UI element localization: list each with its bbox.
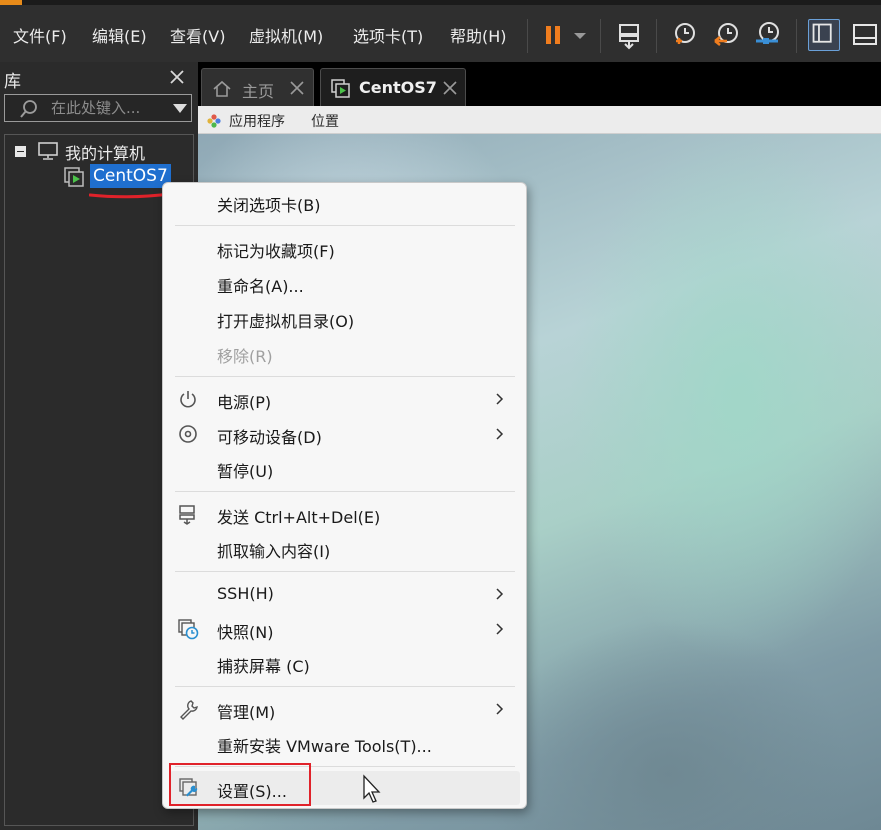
menu-edit[interactable]: 编辑(E) bbox=[92, 23, 147, 47]
guest-top-bar: 应用程序 位置 bbox=[198, 106, 881, 134]
menu-item-mark-favorite[interactable]: 标记为收藏项(F) bbox=[163, 231, 526, 265]
search-icon bbox=[19, 99, 39, 119]
power-icon bbox=[177, 388, 199, 410]
menu-item-label: 捕获屏幕 (C) bbox=[217, 657, 310, 676]
tab-centos7-label: CentOS7 bbox=[359, 78, 437, 97]
tab-bar: 主页 CentOS7 bbox=[198, 62, 881, 106]
gnome-apps-icon bbox=[207, 114, 221, 128]
menu-item-remove: 移除(R) bbox=[163, 336, 526, 370]
menu-item-label: 关闭选项卡(B) bbox=[217, 196, 321, 215]
menu-help[interactable]: 帮助(H) bbox=[450, 23, 507, 47]
chevron-right-icon bbox=[496, 623, 504, 635]
red-underline-annotation bbox=[89, 191, 171, 199]
toolbar-separator bbox=[527, 19, 528, 53]
menu-view[interactable]: 查看(V) bbox=[170, 23, 225, 47]
menu-item-open-vm-folder[interactable]: 打开虚拟机目录(O) bbox=[163, 301, 526, 335]
chevron-right-icon bbox=[496, 588, 504, 600]
menu-item-label: 重命名(A)... bbox=[217, 277, 304, 296]
menu-item-send-ctrl-alt-del[interactable]: 发送 Ctrl+Alt+Del(E) bbox=[163, 497, 526, 531]
vm-icon bbox=[63, 166, 87, 188]
computer-icon bbox=[37, 141, 59, 161]
close-icon[interactable] bbox=[168, 68, 186, 86]
menu-tabs[interactable]: 选项卡(T) bbox=[353, 23, 423, 47]
snapshot-manager-icon[interactable] bbox=[752, 19, 784, 51]
menu-item-label: 管理(M) bbox=[217, 703, 276, 722]
vm-icon bbox=[331, 79, 351, 99]
home-icon bbox=[212, 79, 232, 99]
menu-item-ssh[interactable]: SSH(H) bbox=[163, 577, 526, 611]
context-menu: 关闭选项卡(B) 标记为收藏项(F) 重命名(A)... 打开虚拟机目录(O) … bbox=[162, 182, 527, 809]
menu-item-removable-devices[interactable]: 可移动设备(D) bbox=[163, 417, 526, 451]
menu-item-label: 抓取输入内容(I) bbox=[217, 542, 331, 561]
menu-item-label: 暂停(U) bbox=[217, 462, 274, 481]
guest-applications-menu[interactable]: 应用程序 bbox=[229, 111, 285, 131]
menu-separator bbox=[175, 376, 515, 377]
menu-item-label: 快照(N) bbox=[217, 623, 274, 642]
dropdown-caret-icon[interactable] bbox=[568, 19, 592, 51]
tab-home-label: 主页 bbox=[242, 82, 275, 101]
tree-item-my-computer[interactable]: 我的计算机 bbox=[65, 140, 145, 164]
chevron-down-icon[interactable] bbox=[173, 104, 187, 113]
chevron-right-icon bbox=[496, 428, 504, 440]
menu-item-label: 标记为收藏项(F) bbox=[217, 242, 335, 261]
menu-item-pause[interactable]: 暂停(U) bbox=[163, 451, 526, 485]
menu-item-label: 电源(P) bbox=[217, 393, 272, 412]
tree-item-centos7[interactable]: CentOS7 bbox=[90, 164, 171, 188]
thumbnail-bar-icon[interactable] bbox=[850, 19, 881, 51]
menu-item-label: 打开虚拟机目录(O) bbox=[217, 312, 355, 331]
toolbar-separator bbox=[796, 19, 797, 53]
tab-centos7[interactable]: CentOS7 bbox=[320, 68, 466, 106]
menu-item-power[interactable]: 电源(P) bbox=[163, 382, 526, 416]
snapshot-icon bbox=[177, 618, 199, 640]
menu-item-close-tab[interactable]: 关闭选项卡(B) bbox=[163, 185, 526, 219]
library-header: 库 bbox=[0, 62, 198, 94]
menu-vm[interactable]: 虚拟机(M) bbox=[249, 23, 323, 47]
menubar-toolbar: 文件(F) 编辑(E) 查看(V) 虚拟机(M) 选项卡(T) 帮助(H) bbox=[0, 0, 881, 62]
chevron-right-icon bbox=[496, 393, 504, 405]
tab-home[interactable]: 主页 bbox=[201, 68, 314, 106]
snapshot-take-icon[interactable] bbox=[669, 19, 701, 51]
send-keys-icon bbox=[177, 503, 199, 525]
menu-item-grab-input[interactable]: 抓取输入内容(I) bbox=[163, 531, 526, 565]
menu-separator bbox=[175, 571, 515, 572]
library-search-box[interactable] bbox=[4, 94, 192, 122]
tree-collapse-toggle[interactable] bbox=[15, 146, 26, 157]
menu-item-label: 重新安装 VMware Tools(T)... bbox=[217, 737, 432, 756]
library-search-input[interactable] bbox=[51, 98, 169, 118]
toolbar-separator bbox=[656, 19, 657, 53]
app-accent-strip bbox=[0, 0, 22, 5]
menu-separator bbox=[175, 491, 515, 492]
guest-places-menu[interactable]: 位置 bbox=[311, 111, 339, 131]
menu-item-capture-screen[interactable]: 捕获屏幕 (C) bbox=[163, 646, 526, 680]
library-panel-icon[interactable] bbox=[808, 19, 840, 51]
toolbar-separator bbox=[600, 19, 601, 53]
close-icon[interactable] bbox=[443, 81, 457, 95]
menu-item-rename[interactable]: 重命名(A)... bbox=[163, 266, 526, 300]
menu-item-label: 发送 Ctrl+Alt+Del(E) bbox=[217, 508, 381, 527]
snapshot-revert-icon[interactable] bbox=[711, 19, 743, 51]
close-icon[interactable] bbox=[290, 81, 304, 95]
send-ctrl-alt-del-icon[interactable] bbox=[614, 19, 646, 51]
menu-item-manage[interactable]: 管理(M) bbox=[163, 692, 526, 726]
menu-file[interactable]: 文件(F) bbox=[13, 23, 67, 47]
menu-item-label: 可移动设备(D) bbox=[217, 428, 322, 447]
menu-item-label: SSH(H) bbox=[217, 584, 274, 603]
wrench-icon bbox=[177, 698, 199, 720]
library-title: 库 bbox=[4, 72, 21, 92]
menu-item-snapshot[interactable]: 快照(N) bbox=[163, 612, 526, 646]
disc-icon bbox=[177, 423, 199, 445]
mouse-cursor-icon bbox=[362, 774, 382, 804]
chevron-right-icon bbox=[496, 703, 504, 715]
menu-separator bbox=[175, 225, 515, 226]
menu-item-label: 移除(R) bbox=[217, 347, 273, 366]
menu-item-reinstall-vmware-tools[interactable]: 重新安装 VMware Tools(T)... bbox=[163, 726, 526, 760]
menu-separator bbox=[175, 686, 515, 687]
red-highlight-box-annotation bbox=[169, 763, 311, 806]
